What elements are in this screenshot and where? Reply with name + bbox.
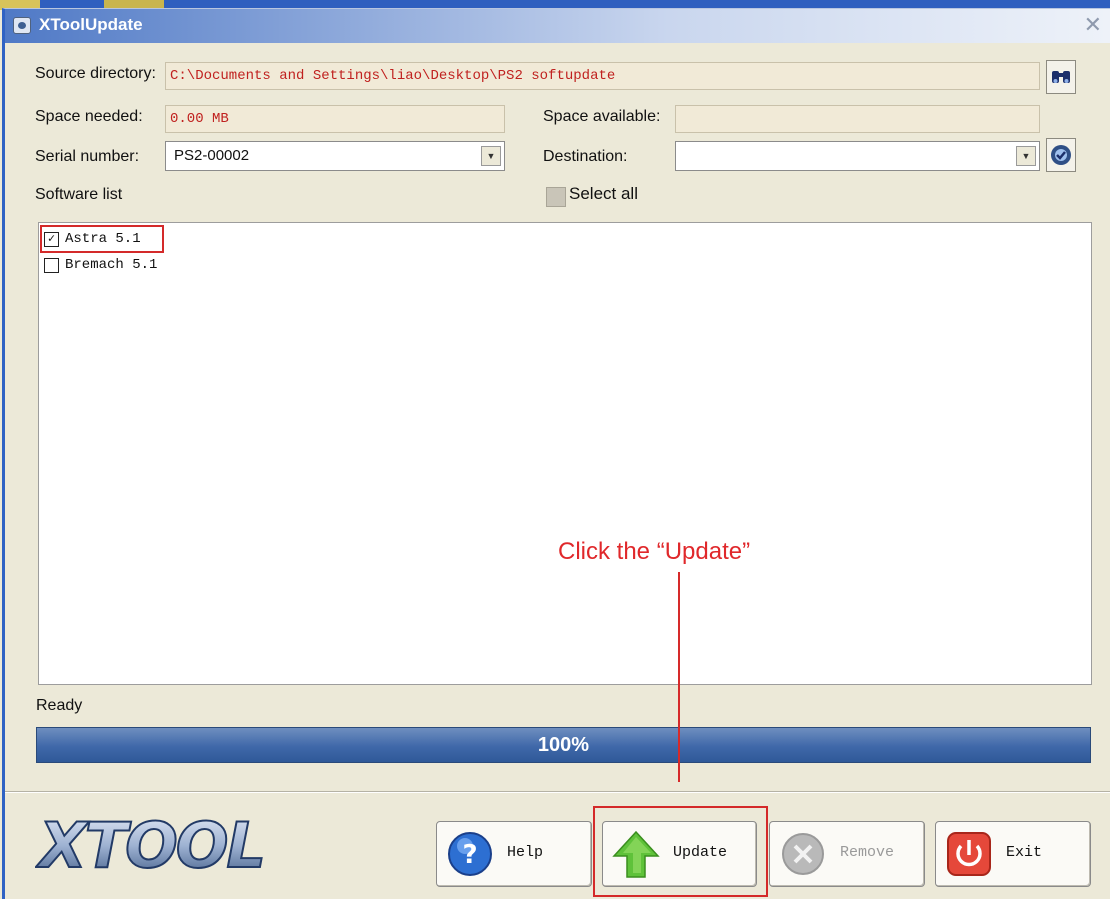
annotation-pointer-line: [678, 572, 680, 782]
power-icon: [947, 832, 991, 876]
space-needed-field: 0.00 MB: [165, 105, 505, 133]
window-title: XToolUpdate: [39, 15, 143, 34]
item-checkbox[interactable]: [44, 257, 59, 273]
destination-select[interactable]: ▼: [675, 141, 1040, 171]
item-label: Bremach 5.1: [65, 257, 158, 273]
exit-button[interactable]: Exit: [935, 821, 1091, 887]
divider: [5, 791, 1110, 793]
status-text: Ready: [36, 697, 83, 714]
svg-text:XTOOL: XTOOL: [35, 809, 264, 879]
highlight-box-astra: [40, 225, 164, 253]
progress-bar: 100%: [36, 727, 1091, 763]
space-available-field: [675, 105, 1040, 133]
disk-shield-icon: [1051, 145, 1071, 165]
remove-icon: [782, 833, 824, 875]
serial-number-value: PS2-00002: [174, 147, 250, 164]
help-button[interactable]: ? Help: [436, 821, 592, 887]
xtoolupdate-window: XToolUpdate ✕ Source directory: C:\Docum…: [2, 8, 1110, 899]
serial-number-label: Serial number:: [35, 148, 140, 165]
destination-label: Destination:: [543, 148, 628, 165]
app-icon: [13, 17, 31, 34]
chevron-down-icon[interactable]: ▼: [481, 146, 501, 166]
software-list: ✓ Astra 5.1 Bremach 5.1: [38, 222, 1092, 685]
source-directory-label: Source directory:: [35, 65, 156, 82]
space-available-label: Space available:: [543, 108, 661, 125]
exit-label: Exit: [1006, 844, 1043, 861]
browse-binoculars-button[interactable]: [1046, 60, 1076, 94]
instruction-annotation: Click the “Update”: [558, 538, 751, 565]
highlight-box-update: [593, 806, 768, 897]
select-all-label[interactable]: Select all: [569, 184, 638, 204]
serial-number-select[interactable]: PS2-00002 ▼: [165, 141, 505, 171]
remove-label: Remove: [840, 844, 895, 861]
source-directory-field[interactable]: C:\Documents and Settings\liao\Desktop\P…: [165, 62, 1040, 90]
software-list-label: Software list: [35, 186, 123, 203]
title-bar[interactable]: XToolUpdate ✕: [5, 9, 1110, 43]
remove-button[interactable]: Remove: [769, 821, 925, 887]
svg-text:?: ?: [462, 840, 477, 870]
select-all-checkbox[interactable]: [546, 187, 566, 207]
list-item[interactable]: Bremach 5.1: [44, 254, 157, 276]
binoculars-icon: [1052, 71, 1070, 83]
chevron-down-icon[interactable]: ▼: [1016, 146, 1036, 166]
help-icon: ?: [448, 832, 492, 876]
help-label: Help: [507, 844, 544, 861]
destination-action-button[interactable]: [1046, 138, 1076, 172]
space-needed-label: Space needed:: [35, 108, 143, 125]
close-icon[interactable]: ✕: [1084, 13, 1102, 37]
xtool-logo: XTOOL: [34, 799, 295, 883]
